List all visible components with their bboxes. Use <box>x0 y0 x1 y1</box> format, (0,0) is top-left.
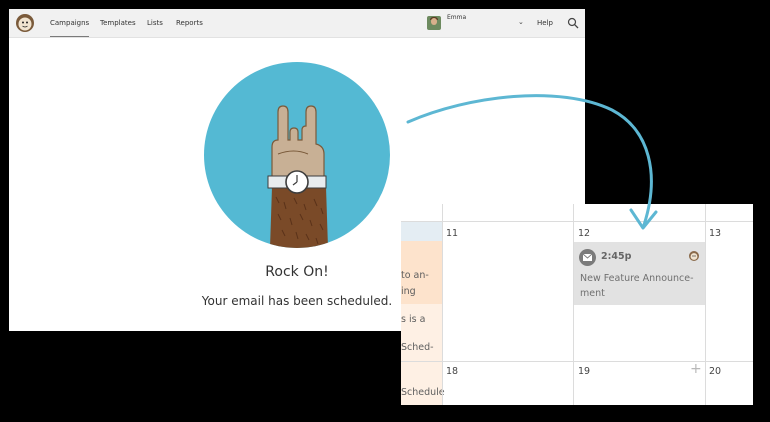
calendar-left-cell <box>401 362 442 405</box>
nav-reports-label: Reports <box>176 19 203 27</box>
nav-lists[interactable]: Lists <box>147 9 163 36</box>
event-time: 2:45p <box>601 251 632 262</box>
calendar-left-text: s is a <box>401 314 426 325</box>
user-avatar[interactable] <box>427 16 441 30</box>
nav-lists-label: Lists <box>147 19 163 27</box>
calendar-gridline <box>705 204 706 405</box>
calendar-day-number: 13 <box>709 228 722 239</box>
calendar-day-number: 19 <box>578 366 591 377</box>
rock-on-illustration <box>204 62 390 248</box>
top-navigation-bar: Campaigns Templates Lists Reports Emma ⌄… <box>9 9 585 38</box>
nav-templates-label: Templates <box>100 19 136 27</box>
calendar-day-number: 18 <box>446 366 459 377</box>
calendar-left-text: Sched- <box>401 342 434 353</box>
freddie-badge-icon <box>689 251 699 261</box>
calendar-left-text: to an- <box>401 270 429 281</box>
nav-templates[interactable]: Templates <box>100 9 136 36</box>
calendar-day-number: 20 <box>709 366 722 377</box>
event-title: New Feature Announce-ment <box>580 273 694 299</box>
nav-campaigns[interactable]: Campaigns <box>50 9 90 37</box>
campaign-calendar: to an- ing s is a Sched- Schedule 11 12 … <box>401 204 753 405</box>
calendar-left-text: Schedule <box>401 387 445 398</box>
chevron-down-icon[interactable]: ⌄ <box>518 18 524 26</box>
freddie-logo-icon[interactable] <box>15 13 35 33</box>
calendar-gridline <box>401 221 753 222</box>
calendar-left-text: ing <box>401 286 416 297</box>
nav-reports[interactable]: Reports <box>176 9 203 36</box>
rock-hand-icon <box>267 105 328 248</box>
calendar-left-cell <box>401 304 442 362</box>
calendar-day-number: 12 <box>578 228 591 239</box>
user-name[interactable]: Emma <box>447 14 466 21</box>
nav-campaigns-label: Campaigns <box>50 19 90 27</box>
calendar-day-number: 11 <box>446 228 459 239</box>
scheduled-campaign-event[interactable]: 2:45p New Feature Announce-ment <box>574 242 705 305</box>
calendar-left-cell <box>401 221 442 241</box>
calendar-gridline <box>442 204 443 405</box>
search-icon[interactable] <box>567 17 579 29</box>
add-campaign-plus-icon[interactable]: + <box>690 362 702 376</box>
envelope-icon <box>579 249 596 266</box>
help-link[interactable]: Help <box>537 9 553 37</box>
